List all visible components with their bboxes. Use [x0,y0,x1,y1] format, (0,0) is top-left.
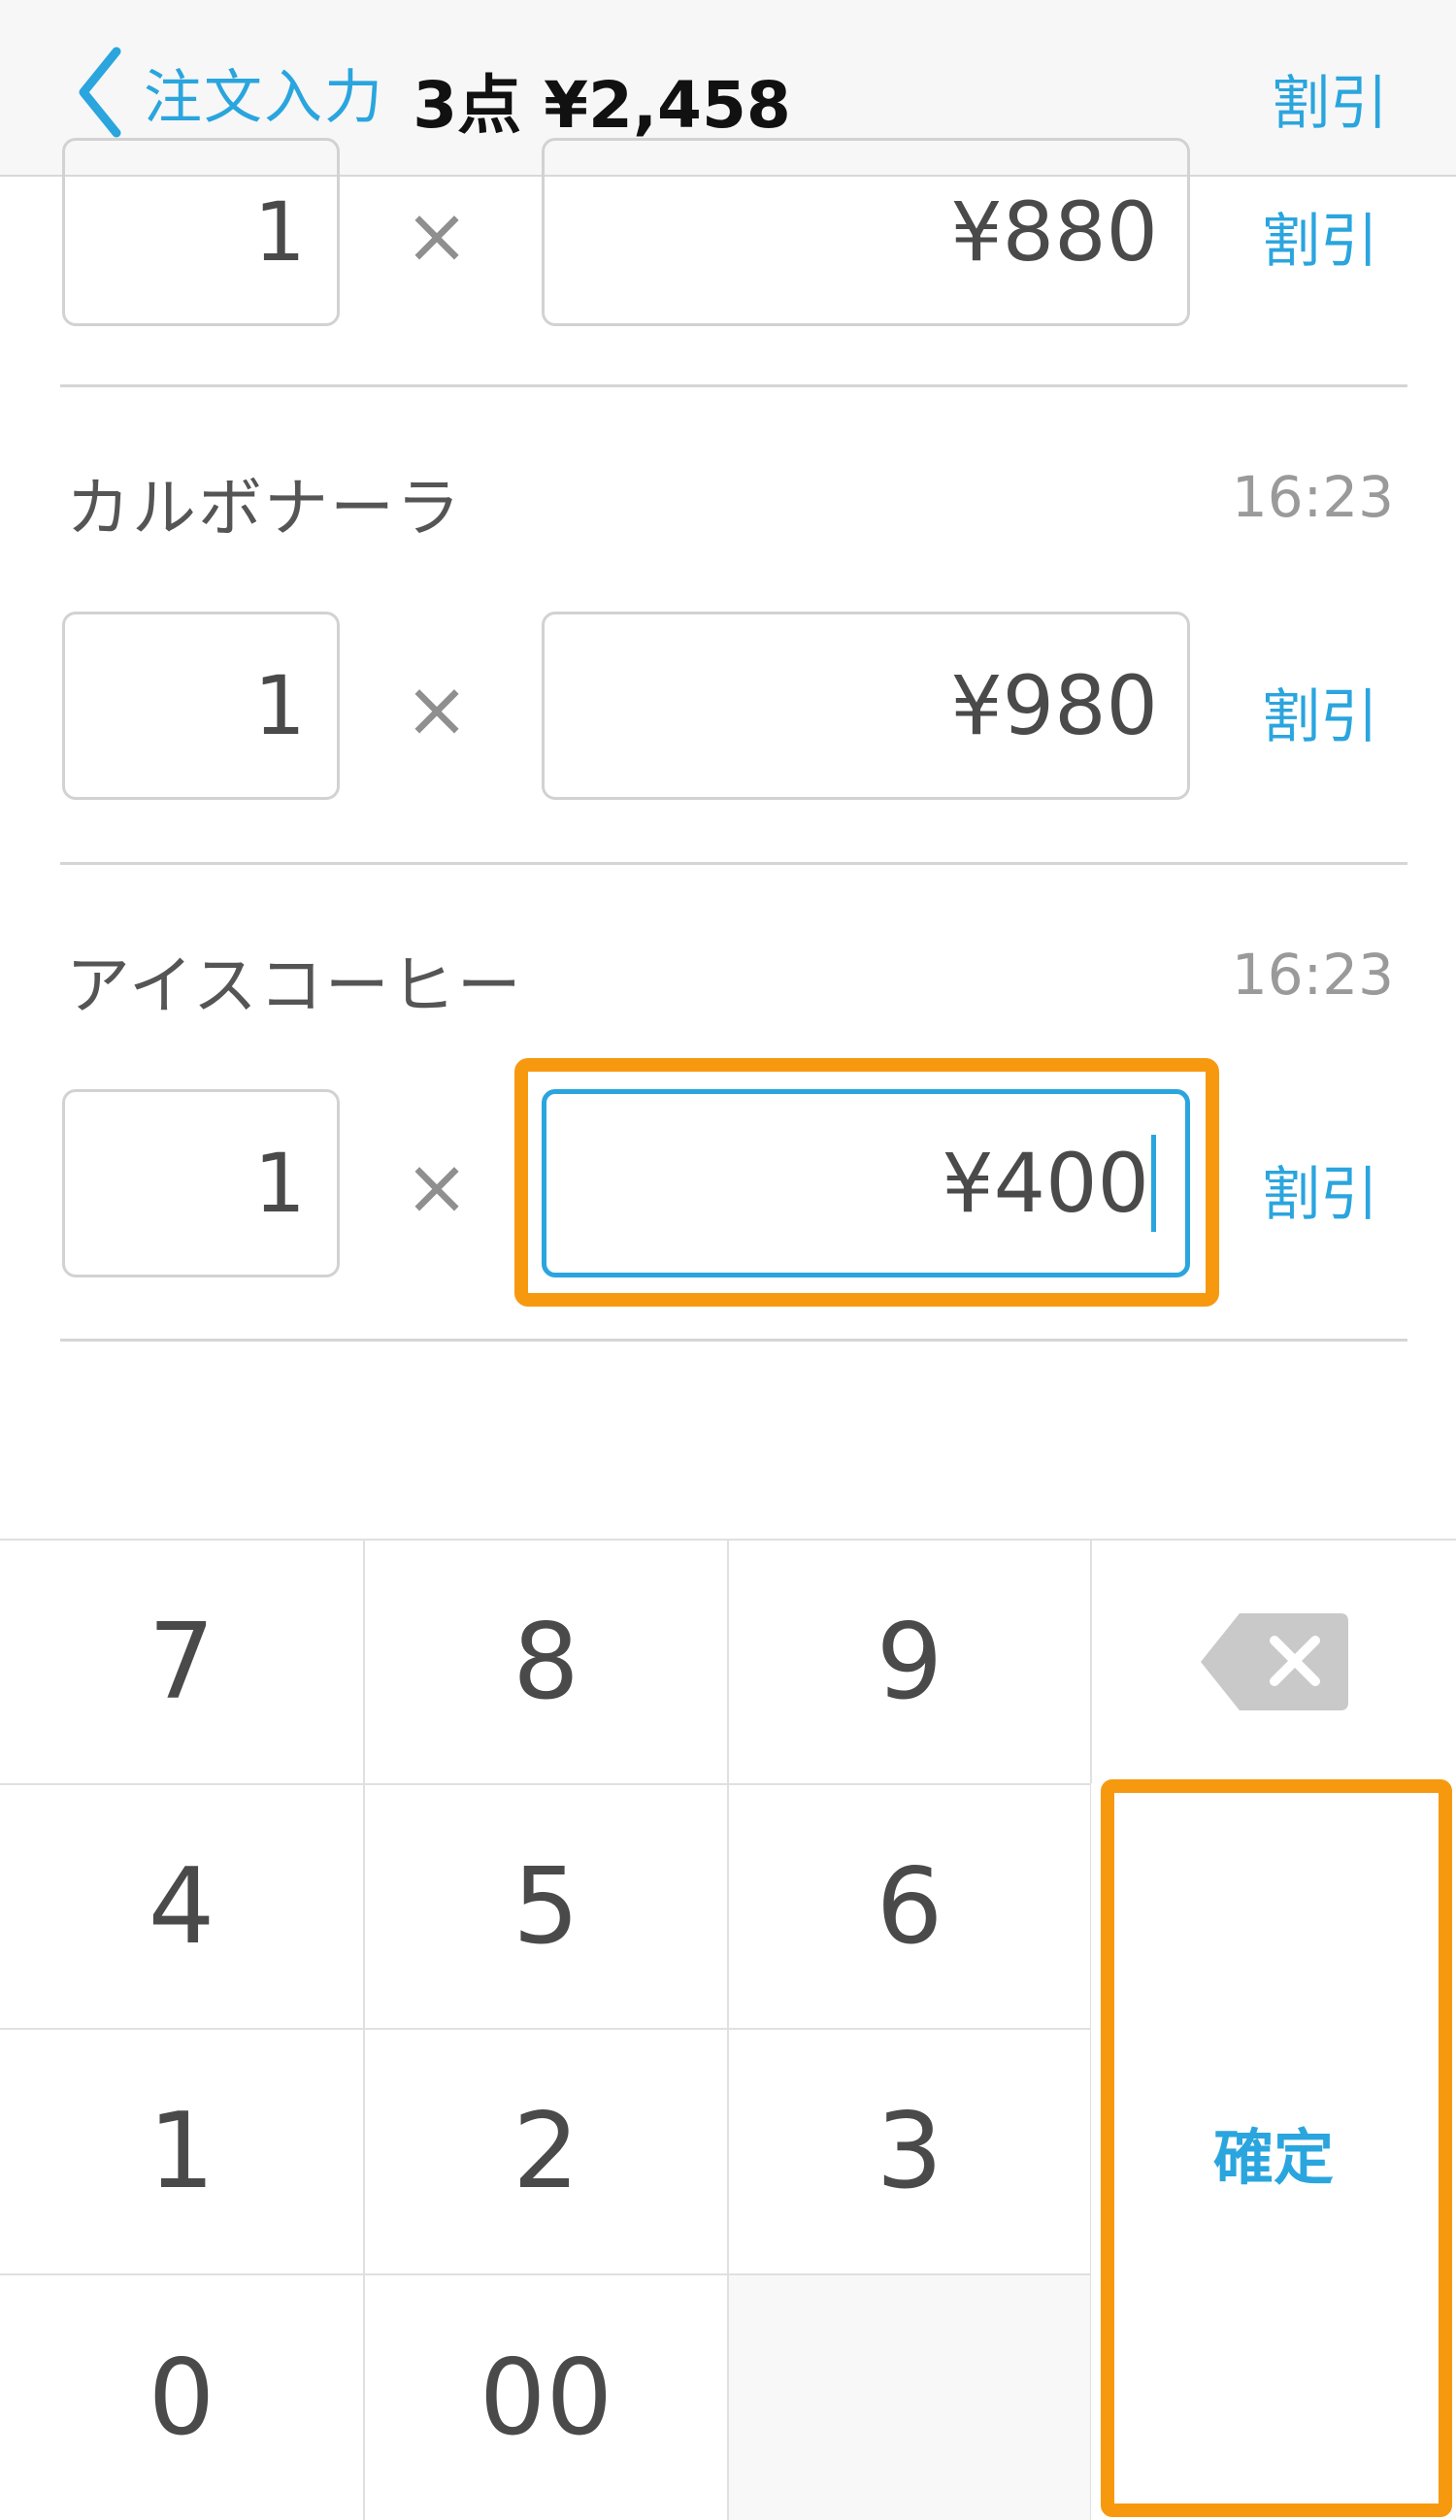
item-3-discount-button[interactable]: 割引 [1262,1147,1378,1232]
item-1-quantity-field[interactable]: 1 [62,138,340,326]
key-2[interactable]: 2 [365,2030,729,2275]
confirm-button-highlight-frame [1101,1779,1452,2517]
multiply-sign: × [404,1142,470,1232]
item-2-quantity-field[interactable]: 1 [62,612,340,800]
backspace-key[interactable] [1092,1541,1456,1785]
price-field-highlight-frame [514,1058,1219,1307]
multiply-sign: × [404,190,470,281]
order-summary-title: 3点 ¥2,458 [413,68,791,143]
key-0[interactable]: 0 [0,2275,365,2520]
item-3-time: 16:23 [1231,942,1394,1008]
item-2-name: カルボナーラ [66,471,462,546]
blank-key [729,2275,1092,2520]
order-discount-button[interactable]: 割引 [1272,56,1388,141]
key-00[interactable]: 00 [365,2275,729,2520]
key-9[interactable]: 9 [729,1541,1092,1785]
key-5[interactable]: 5 [365,1785,729,2030]
item-3-quantity-field[interactable]: 1 [62,1089,340,1277]
multiply-sign: × [404,664,470,754]
item-divider [60,1339,1407,1342]
item-2-price-field[interactable]: ¥980 [542,612,1190,800]
key-6[interactable]: 6 [729,1785,1092,2030]
item-2-discount-button[interactable]: 割引 [1262,670,1378,754]
item-3-name: アイスコーヒー [66,948,523,1023]
key-4[interactable]: 4 [0,1785,365,2030]
key-8[interactable]: 8 [365,1541,729,1785]
key-1[interactable]: 1 [0,2030,365,2275]
item-divider [60,384,1407,387]
item-1-price-field[interactable]: ¥880 [542,138,1190,326]
backspace-icon [1200,1613,1348,1710]
item-divider [60,862,1407,865]
item-1-discount-button[interactable]: 割引 [1262,194,1378,279]
key-3[interactable]: 3 [729,2030,1092,2275]
item-2-time: 16:23 [1231,464,1394,530]
key-7[interactable]: 7 [0,1541,365,1785]
